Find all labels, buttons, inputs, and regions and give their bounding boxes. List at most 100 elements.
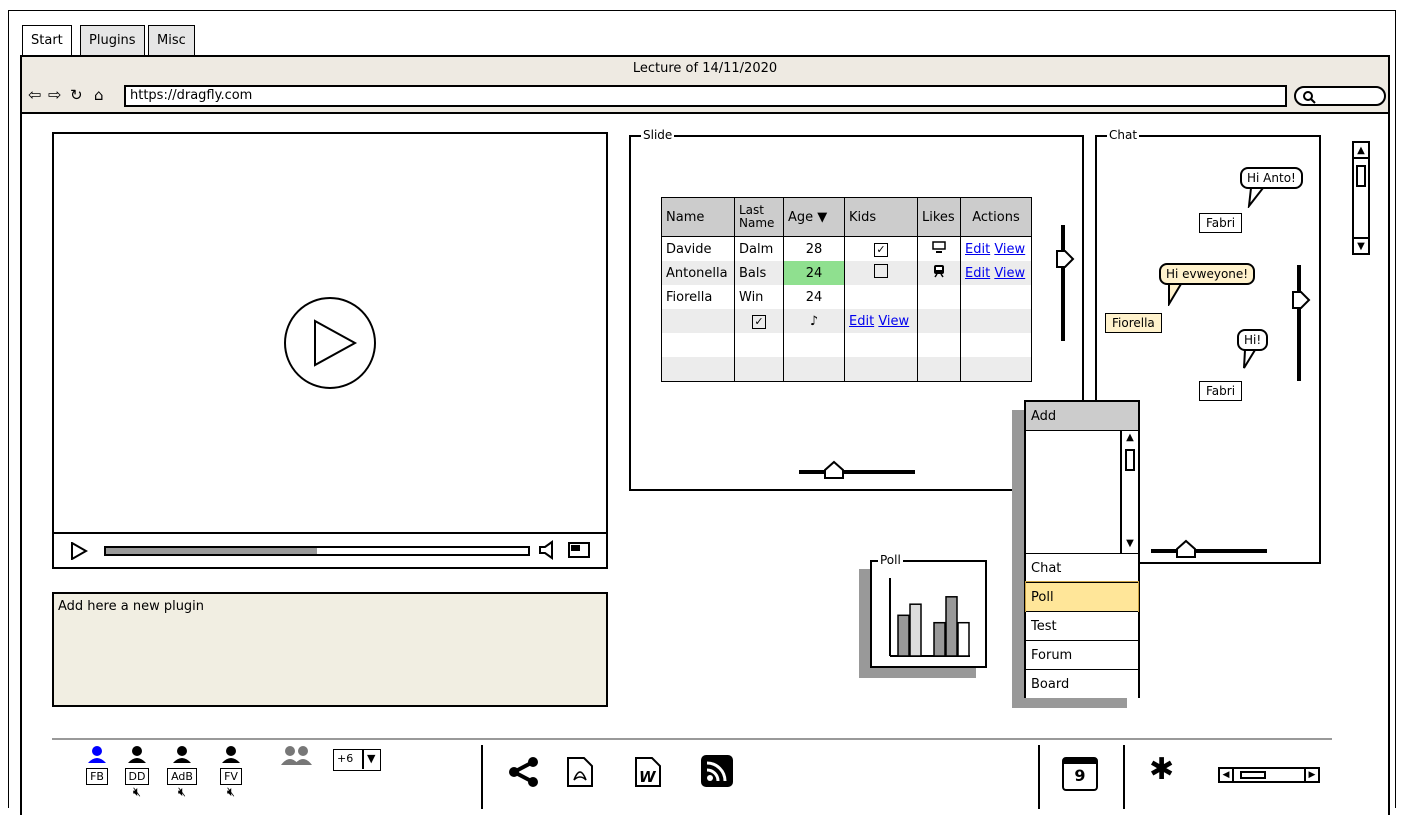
scroll-thumb[interactable]	[1125, 449, 1135, 471]
page-scrollbar[interactable]: ▲ ▼	[1352, 141, 1370, 255]
checkbox-checked[interactable]: ✓	[752, 314, 766, 329]
refresh-icon[interactable]: ↻	[70, 86, 83, 104]
menu-item-test[interactable]: Test	[1026, 611, 1138, 640]
menu-item-board[interactable]: Board	[1026, 669, 1138, 698]
play-icon	[314, 319, 358, 367]
window-title: Lecture of 14/11/2020	[632, 61, 778, 76]
add-menu-scrollbar[interactable]: ▲ ▼	[1120, 431, 1138, 553]
pdf-icon[interactable]	[566, 756, 594, 788]
table-cell	[917, 285, 961, 309]
column-header-actions[interactable]: Actions	[960, 197, 1032, 237]
horizontal-scrollbar[interactable]: ◀ ▶	[1218, 767, 1320, 783]
toolbar-divider	[1038, 745, 1040, 809]
forward-icon[interactable]: ⇨	[48, 86, 61, 104]
checkbox-checked[interactable]: ✓	[874, 242, 888, 257]
scroll-right-icon[interactable]: ▶	[1304, 769, 1318, 781]
table-cell-highlighted: 24	[783, 261, 845, 285]
tab-start[interactable]: Start	[22, 25, 72, 55]
user-fb[interactable]: FB	[84, 745, 110, 785]
checkbox-unchecked[interactable]	[874, 264, 888, 278]
sort-desc-icon: ▼	[817, 209, 828, 225]
user-dd[interactable]: DD 🔇︎	[124, 745, 150, 800]
video-progress-bar[interactable]	[104, 546, 530, 556]
svg-text:W: W	[639, 768, 657, 786]
column-header-age[interactable]: Age ▼	[783, 197, 845, 237]
table-cell	[783, 333, 845, 357]
bubble-tail	[1247, 188, 1265, 208]
chat-vertical-slider[interactable]	[1297, 265, 1301, 381]
video-controls-divider	[54, 532, 606, 534]
user-adb[interactable]: AdB 🔇︎	[166, 745, 198, 800]
column-header-name[interactable]: Name	[661, 197, 735, 237]
table-header: Name Last Name Age ▼ Kids Likes Actions	[661, 197, 1032, 237]
calendar-icon[interactable]: 9	[1062, 757, 1098, 791]
video-player[interactable]	[52, 132, 608, 569]
tab-label: Misc	[157, 33, 186, 48]
group-icon[interactable]	[280, 745, 314, 767]
chat-title: Chat	[1107, 128, 1140, 142]
chat-bubble: Hi!	[1237, 329, 1269, 351]
slide-horizontal-slider-thumb[interactable]	[823, 460, 845, 480]
column-header-last-name[interactable]: Last Name	[734, 197, 784, 237]
table-cell	[844, 357, 918, 382]
chat-author-highlighted: Fiorella	[1105, 313, 1162, 333]
table-row: Davide Dalm 28 ✓ Edit View	[661, 236, 1032, 261]
url-field[interactable]: https://dragfly.com	[124, 85, 1287, 107]
view-link[interactable]: View	[994, 266, 1025, 281]
plugin-drop-area[interactable]: Add here a new plugin	[52, 592, 608, 707]
chat-bubble-highlighted: Hi evweyone!	[1159, 263, 1256, 285]
search-field[interactable]	[1294, 86, 1386, 106]
tab-plugins[interactable]: Plugins	[80, 25, 145, 55]
scroll-up-icon[interactable]: ▲	[1354, 143, 1368, 159]
table-cell	[960, 309, 1032, 333]
table-row: Antonella Bals 24 Edit View	[661, 261, 1032, 285]
poll-widget[interactable]: Poll	[870, 553, 987, 668]
gear-icon[interactable]: ✱	[1149, 753, 1174, 787]
volume-icon[interactable]	[538, 540, 558, 560]
bubble-tail	[1168, 284, 1183, 306]
rss-icon[interactable]	[700, 754, 734, 788]
slide-horizontal-slider[interactable]	[799, 470, 915, 474]
chat-horizontal-slider-thumb[interactable]	[1175, 539, 1197, 559]
scroll-thumb[interactable]	[1240, 771, 1266, 779]
home-icon[interactable]: ⌂	[94, 86, 104, 104]
table-cell	[661, 357, 735, 382]
poll-bar	[957, 621, 970, 657]
edit-link[interactable]: Edit	[965, 242, 990, 257]
chat-author: Fabri	[1199, 213, 1243, 233]
scroll-up-icon[interactable]: ▲	[1122, 431, 1138, 445]
edit-link[interactable]: Edit	[965, 266, 990, 281]
word-doc-icon[interactable]: W	[634, 756, 662, 788]
more-users-dropdown[interactable]: +6 ▼	[333, 749, 381, 771]
view-link[interactable]: View	[878, 314, 909, 329]
scroll-left-icon[interactable]: ◀	[1220, 769, 1234, 781]
play-button[interactable]	[284, 297, 376, 389]
slide-vertical-slider[interactable]	[1061, 225, 1065, 341]
share-icon[interactable]	[508, 756, 540, 788]
user-fv[interactable]: FV 🔇︎	[218, 745, 244, 800]
scroll-thumb[interactable]	[1356, 165, 1366, 187]
play-small-icon[interactable]	[70, 542, 88, 560]
menu-item-poll[interactable]: Poll	[1025, 581, 1139, 612]
add-menu[interactable]: Add ▲ ▼ Chat Poll Test Forum Board	[1024, 400, 1140, 698]
chat-horizontal-slider[interactable]	[1151, 549, 1267, 553]
table-cell	[917, 261, 961, 285]
column-header-likes[interactable]: Likes	[917, 197, 961, 237]
back-icon[interactable]: ⇦	[28, 86, 41, 104]
muted-icon: 🔇︎	[177, 785, 187, 800]
scroll-down-icon[interactable]: ▼	[1122, 537, 1138, 551]
table-cell	[844, 285, 918, 309]
chat-vertical-slider-thumb[interactable]	[1291, 290, 1311, 310]
slide-vertical-slider-thumb[interactable]	[1055, 249, 1075, 269]
view-link[interactable]: View	[994, 242, 1025, 257]
user-icon	[128, 746, 146, 763]
menu-item-forum[interactable]: Forum	[1026, 640, 1138, 669]
menu-item-chat[interactable]: Chat	[1026, 553, 1138, 582]
fullscreen-icon[interactable]	[568, 542, 590, 558]
table-cell: Antonella	[661, 261, 735, 285]
edit-link[interactable]: Edit	[849, 314, 874, 329]
table-row: Fiorella Win 24	[661, 285, 1032, 309]
tab-misc[interactable]: Misc	[148, 25, 195, 55]
column-header-kids[interactable]: Kids	[844, 197, 918, 237]
scroll-down-icon[interactable]: ▼	[1354, 237, 1368, 253]
